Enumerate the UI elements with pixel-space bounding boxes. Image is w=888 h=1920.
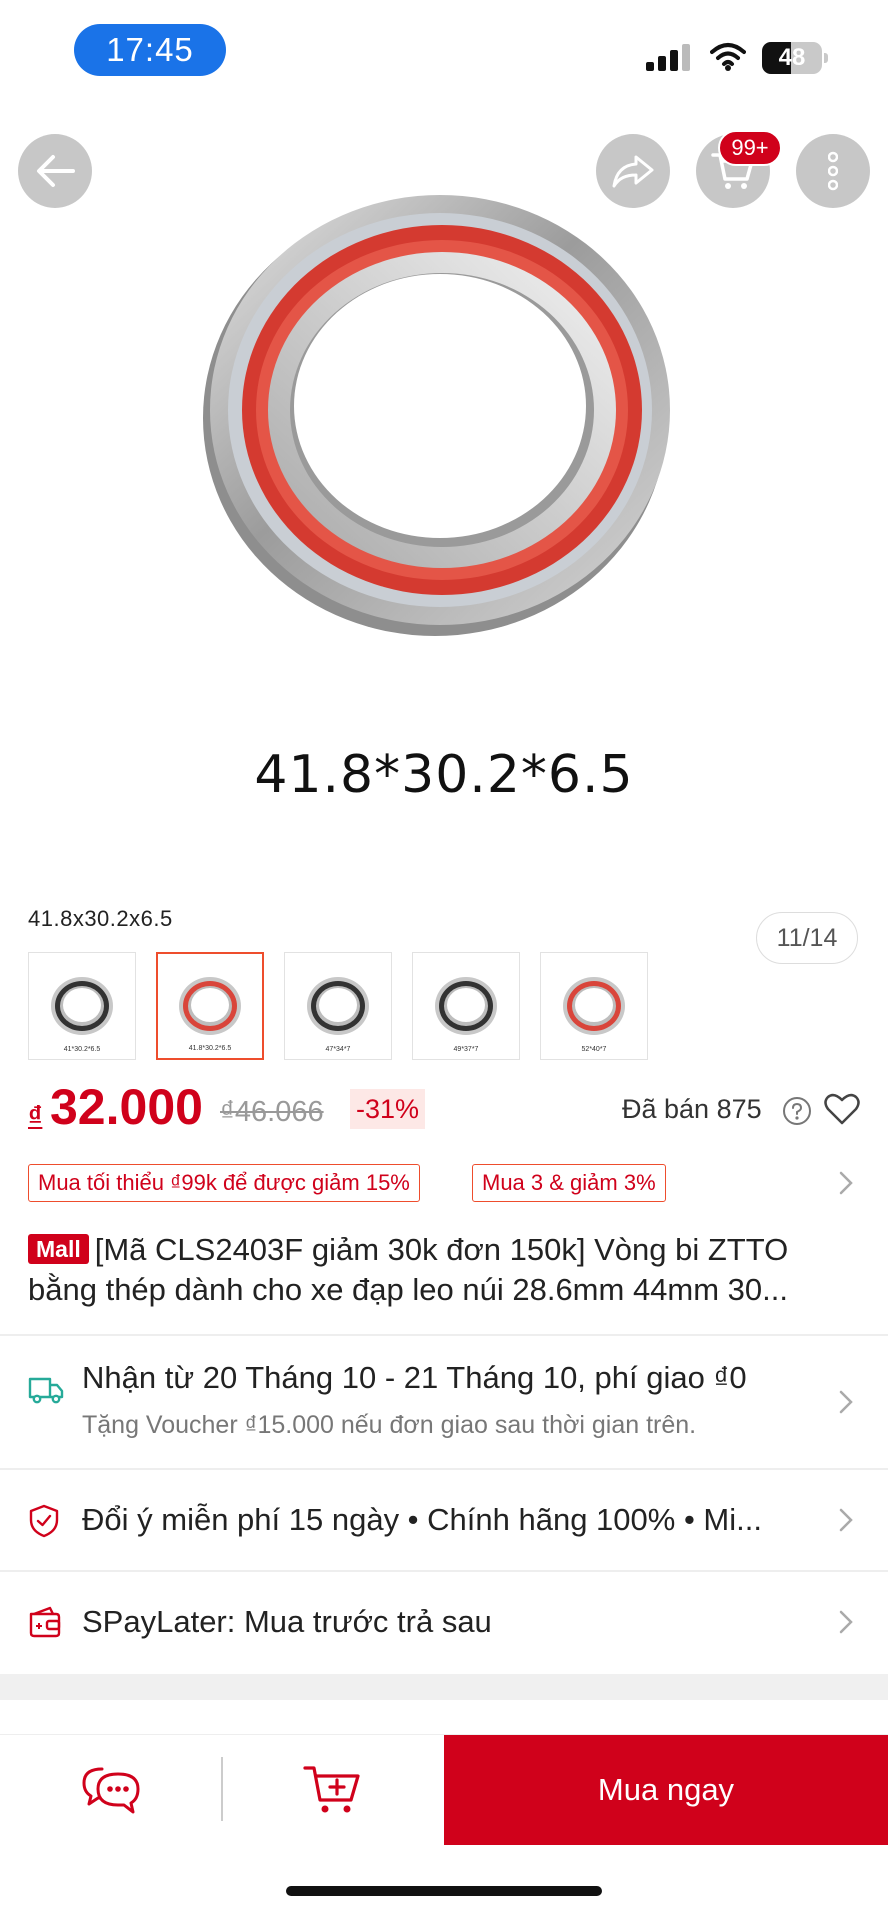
image-caption: 41.8*30.2*6.5	[254, 745, 634, 805]
product-image	[203, 195, 670, 636]
bearing-thumb-image	[51, 977, 113, 1035]
variant-caption: 41.8*30.2*6.5	[188, 1045, 232, 1052]
voucher-bundle[interactable]: Mua 3 & giảm 3%	[472, 1164, 666, 1202]
variant-thumb[interactable]: 47*34*7	[284, 952, 392, 1060]
variant-thumb[interactable]: 49*37*7	[412, 952, 520, 1060]
variant-caption: 52*40*7	[581, 1046, 607, 1053]
price-row: ₫ 32.000 ₫46.066 -31% Đã bán 875	[28, 1078, 860, 1138]
arrow-left-icon	[37, 155, 75, 187]
bearing-thumb-image	[563, 977, 625, 1035]
selected-variant-label: 41.8x30.2x6.5	[28, 906, 173, 931]
cart-count-badge: 99+	[718, 130, 782, 166]
chevron-right-icon	[839, 1508, 853, 1532]
guarantee-row[interactable]: Đổi ý miễn phí 15 ngày • Chính hãng 100%…	[0, 1470, 888, 1570]
bearing-thumb-image	[435, 977, 497, 1035]
heart-icon[interactable]	[824, 1092, 860, 1126]
section-separator	[0, 1674, 888, 1700]
share-icon	[612, 155, 654, 188]
bearing-thumb-image	[179, 977, 241, 1035]
add-to-cart-button[interactable]	[223, 1735, 443, 1845]
variant-thumbnails: 41*30.2*6.5 41.8*30.2*6.5 47*34*7 49*37*…	[28, 952, 648, 1060]
current-price: 32.000	[50, 1079, 203, 1135]
image-counter: 11/14	[756, 912, 858, 964]
product-title: Mall [Mã CLS2403F giảm 30k đơn 150k] Vòng…	[28, 1230, 848, 1310]
guarantee-text: Đổi ý miễn phí 15 ngày • Chính hãng 100%…	[82, 1502, 762, 1537]
sold-count: Đã bán 875	[622, 1094, 762, 1124]
chat-button[interactable]	[0, 1735, 222, 1845]
mall-badge: Mall	[28, 1234, 89, 1264]
variant-caption: 41*30.2*6.5	[63, 1046, 101, 1053]
variant-thumb[interactable]: 41*30.2*6.5	[28, 952, 136, 1060]
product-title-text: [Mã CLS2403F giảm 30k đơn 150k] Vòng bi …	[28, 1232, 789, 1307]
product-gallery[interactable]: 41.8*30.2*6.5 11/14	[0, 100, 888, 964]
voucher-min-spend[interactable]: Mua tối thiểu ₫99k để được giảm 15%	[28, 1164, 420, 1202]
share-button[interactable]	[596, 134, 670, 208]
status-bar: 17:45 48	[0, 0, 888, 100]
wifi-icon	[710, 43, 746, 71]
delivery-truck-icon	[28, 1377, 64, 1404]
chevron-right-icon[interactable]	[836, 1169, 856, 1197]
chat-icon	[82, 1767, 140, 1814]
add-to-cart-icon	[303, 1766, 360, 1813]
more-vertical-icon	[828, 151, 838, 191]
back-button[interactable]	[18, 134, 92, 208]
home-indicator[interactable]	[286, 1886, 602, 1896]
variant-caption: 47*34*7	[325, 1046, 351, 1053]
variant-thumb-selected[interactable]: 41.8*30.2*6.5	[156, 952, 264, 1060]
variant-caption: 49*37*7	[453, 1046, 479, 1053]
discount-badge: -31%	[350, 1089, 426, 1129]
bottom-action-bar: Mua ngay	[0, 1734, 888, 1845]
original-price: ₫46.066	[220, 1096, 324, 1128]
buy-now-button[interactable]: Mua ngay	[444, 1735, 888, 1845]
variant-thumb[interactable]: 52*40*7	[540, 952, 648, 1060]
wallet-icon	[29, 1606, 61, 1638]
chevron-right-icon	[839, 1610, 853, 1634]
cellular-signal-icon	[646, 44, 690, 71]
shield-check-icon	[29, 1504, 59, 1538]
shipping-estimate: Nhận từ 20 Tháng 10 - 21 Tháng 10, phí g…	[82, 1360, 747, 1395]
shipping-row[interactable]: Nhận từ 20 Tháng 10 - 21 Tháng 10, phí g…	[0, 1336, 888, 1468]
bearing-thumb-image	[307, 977, 369, 1035]
shipping-voucher-note: Tặng Voucher ₫15.000 nếu đơn giao sau th…	[82, 1411, 697, 1439]
paylater-text: SPayLater: Mua trước trả sau	[82, 1604, 492, 1639]
help-icon[interactable]	[782, 1096, 812, 1126]
currency-symbol: ₫	[28, 1100, 43, 1131]
more-options-button[interactable]	[796, 134, 870, 208]
chevron-right-icon	[839, 1390, 853, 1414]
paylater-row[interactable]: SPayLater: Mua trước trả sau	[0, 1572, 888, 1672]
battery-icon: 48	[762, 42, 828, 74]
battery-level: 48	[778, 44, 806, 71]
status-time: 17:45	[74, 24, 226, 76]
